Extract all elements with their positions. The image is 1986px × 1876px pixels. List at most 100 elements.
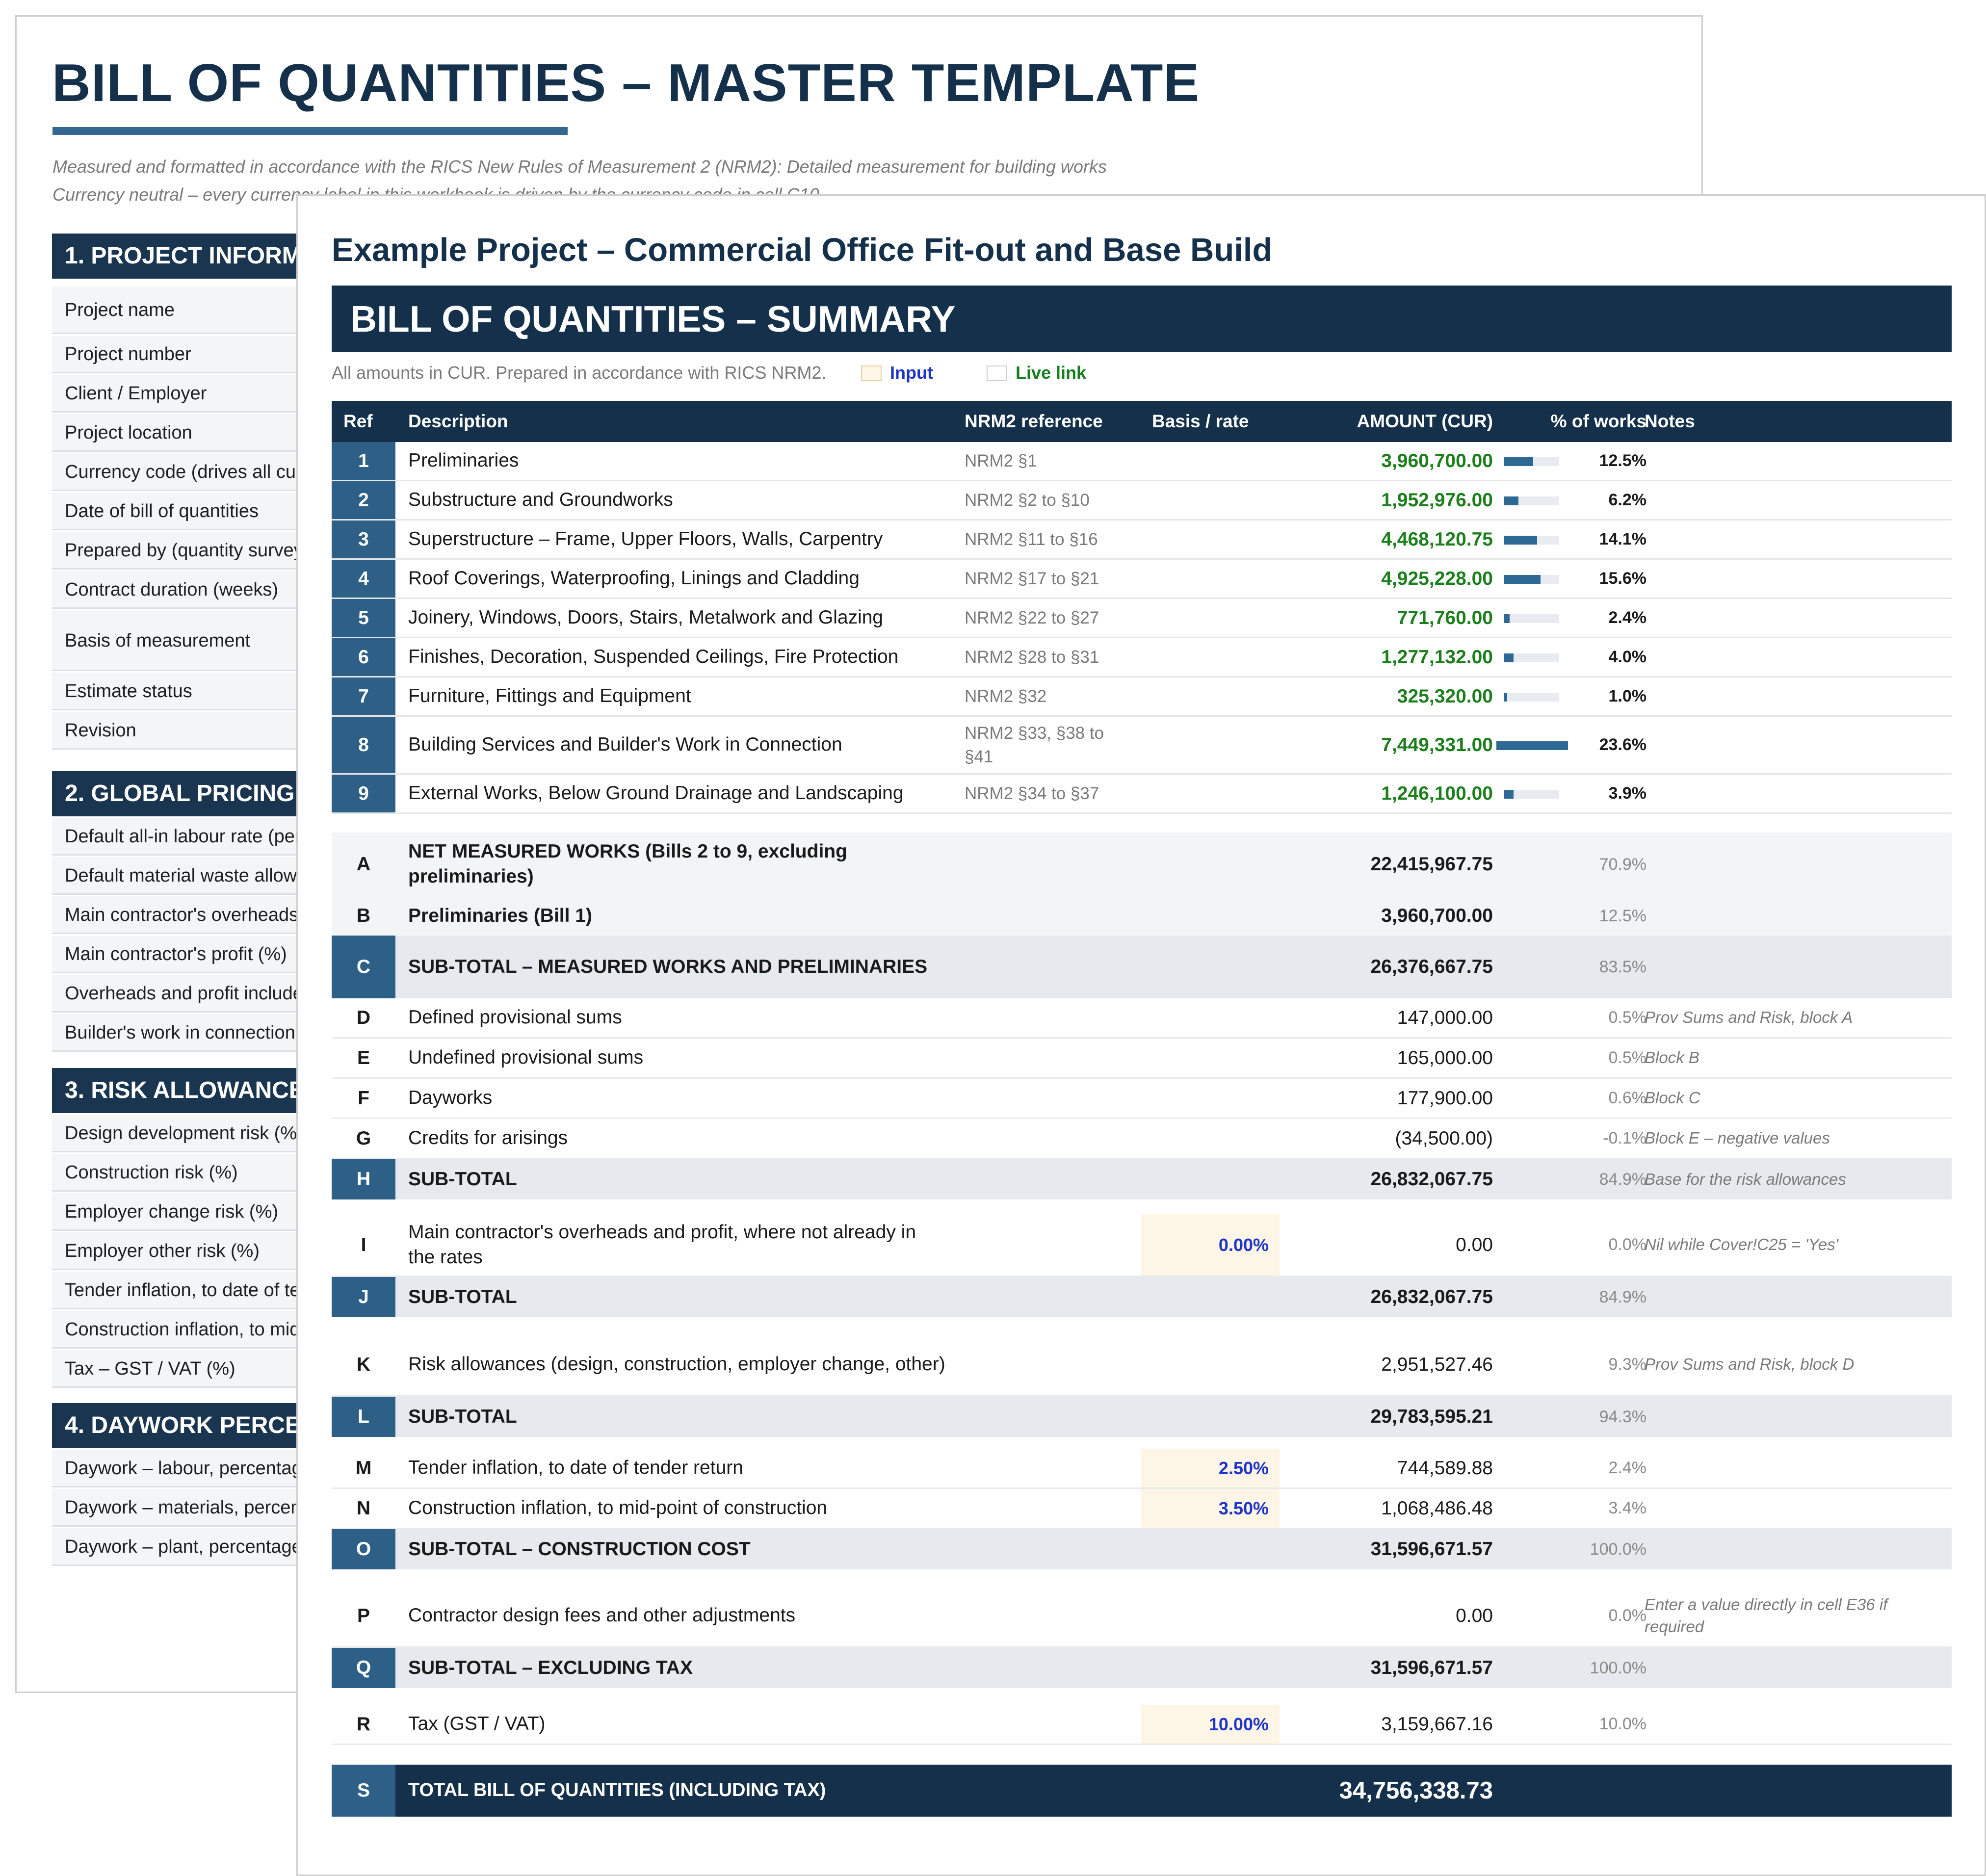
summary-row[interactable]: G Credits for arisings (34,500.00) -0.1% Blo… bbox=[332, 1119, 1952, 1159]
summary-row[interactable]: D Defined provisional sums 147,000.00 0.5% P… bbox=[332, 998, 1952, 1039]
line-description[interactable]: Risk allowances (design, construction, e… bbox=[408, 1334, 948, 1395]
line-description[interactable]: SUB-TOTAL – EXCLUDING TAX bbox=[408, 1648, 948, 1688]
bill-amount[interactable]: 4,925,228.00 bbox=[1293, 560, 1493, 598]
line-description[interactable]: SUB-TOTAL bbox=[408, 1397, 948, 1437]
col-header-description[interactable]: Description bbox=[408, 401, 508, 442]
summary-row[interactable]: N Construction inflation, to mid-point of… bbox=[332, 1489, 1952, 1529]
summary-row[interactable]: I Main contractor's overheads and profit,… bbox=[332, 1214, 1952, 1277]
bill-nrm2-reference[interactable]: NRM2 §32 bbox=[965, 677, 1126, 715]
subtotal-row[interactable]: Q SUB-TOTAL – EXCLUDING TAX 31,596,671.57 1… bbox=[332, 1648, 1952, 1688]
line-description[interactable]: NET MEASURED WORKS (Bills 2 to 9, exclud… bbox=[408, 833, 948, 896]
line-amount[interactable]: (34,500.00) bbox=[1293, 1119, 1493, 1158]
bill-nrm2-reference[interactable]: NRM2 §34 to §37 bbox=[965, 775, 1126, 812]
line-description[interactable]: Undefined provisional sums bbox=[408, 1039, 948, 1077]
bill-description[interactable]: Joinery, Windows, Doors, Stairs, Metalwo… bbox=[408, 599, 948, 637]
bill-nrm2-reference[interactable]: NRM2 §33, §38 to §41 bbox=[965, 717, 1126, 773]
summary-row[interactable]: M Tender inflation, to date of tender ret… bbox=[332, 1449, 1952, 1489]
bill-amount[interactable]: 3,960,700.00 bbox=[1293, 442, 1493, 480]
line-amount[interactable]: 147,000.00 bbox=[1293, 998, 1493, 1037]
line-description[interactable]: Credits for arisings bbox=[408, 1119, 948, 1158]
line-amount[interactable]: 31,596,671.57 bbox=[1293, 1529, 1493, 1569]
line-amount[interactable]: 26,376,667.75 bbox=[1293, 936, 1493, 998]
summary-row[interactable]: P Contractor design fees and other adjust… bbox=[332, 1585, 1952, 1648]
line-amount[interactable]: 31,596,671.57 bbox=[1293, 1648, 1493, 1688]
rate-input[interactable]: 10.00% bbox=[1141, 1705, 1280, 1744]
bill-description[interactable]: Roof Coverings, Waterproofing, Linings a… bbox=[408, 560, 948, 598]
rate-input[interactable]: 2.50% bbox=[1141, 1449, 1280, 1487]
bill-description[interactable]: External Works, Below Ground Drainage an… bbox=[408, 775, 948, 812]
line-description[interactable]: Dayworks bbox=[408, 1079, 948, 1118]
line-description[interactable]: Construction inflation, to mid-point of … bbox=[408, 1489, 948, 1528]
bill-row[interactable]: 8 Building Services and Builder's Work in… bbox=[332, 717, 1952, 775]
line-amount[interactable]: 3,159,667.16 bbox=[1293, 1705, 1493, 1744]
line-description[interactable]: SUB-TOTAL bbox=[408, 1277, 948, 1317]
subtotal-row[interactable]: O SUB-TOTAL – CONSTRUCTION COST 31,596,671… bbox=[332, 1529, 1952, 1569]
grand-total-row[interactable]: S TOTAL BILL OF QUANTITIES (INCLUDING TAX… bbox=[332, 1765, 1952, 1817]
line-description[interactable]: Defined provisional sums bbox=[408, 998, 948, 1037]
line-description[interactable]: Tender inflation, to date of tender retu… bbox=[408, 1449, 948, 1487]
line-amount[interactable]: 34,756,338.73 bbox=[1293, 1765, 1493, 1817]
bill-description[interactable]: Superstructure – Frame, Upper Floors, Wa… bbox=[408, 521, 948, 558]
bill-row[interactable]: 7 Furniture, Fittings and Equipment NRM2 §… bbox=[332, 677, 1952, 717]
line-description[interactable]: SUB-TOTAL – MEASURED WORKS AND PRELIMINA… bbox=[408, 936, 948, 998]
bill-row[interactable]: 6 Finishes, Decoration, Suspended Ceiling… bbox=[332, 638, 1952, 677]
bill-row[interactable]: 5 Joinery, Windows, Doors, Stairs, Metalw… bbox=[332, 599, 1952, 638]
rate-input[interactable]: 0.00% bbox=[1141, 1214, 1280, 1276]
bill-description[interactable]: Furniture, Fittings and Equipment bbox=[408, 677, 948, 715]
bill-row[interactable]: 9 External Works, Below Ground Drainage a… bbox=[332, 775, 1952, 814]
bill-amount[interactable]: 325,320.00 bbox=[1293, 677, 1493, 715]
bill-row[interactable]: 1 Preliminaries NRM2 §1 3,960,700.00 12.5% bbox=[332, 442, 1952, 481]
summary-row[interactable]: K Risk allowances (design, construction, … bbox=[332, 1334, 1952, 1397]
bill-description[interactable]: Building Services and Builder's Work in … bbox=[408, 717, 948, 773]
line-amount[interactable]: 744,589.88 bbox=[1293, 1449, 1493, 1487]
line-description[interactable]: Preliminaries (Bill 1) bbox=[408, 896, 948, 936]
line-amount[interactable]: 22,415,967.75 bbox=[1293, 833, 1493, 896]
subtotal-row[interactable]: L SUB-TOTAL 29,783,595.21 94.3% bbox=[332, 1397, 1952, 1437]
line-description[interactable]: Tax (GST / VAT) bbox=[408, 1705, 948, 1744]
bill-description[interactable]: Substructure and Groundworks bbox=[408, 481, 948, 519]
summary-row[interactable]: A NET MEASURED WORKS (Bills 2 to 9, exclu… bbox=[332, 833, 1952, 896]
bill-amount[interactable]: 1,246,100.00 bbox=[1293, 775, 1493, 812]
rate-input[interactable]: 3.50% bbox=[1141, 1489, 1280, 1528]
line-description[interactable]: Main contractor's overheads and profit, … bbox=[408, 1214, 948, 1276]
bill-amount[interactable]: 7,449,331.00 bbox=[1293, 717, 1493, 773]
line-amount[interactable]: 26,832,067.75 bbox=[1293, 1277, 1493, 1317]
summary-row[interactable]: R Tax (GST / VAT) 10.00% 3,159,667.16 10.0% bbox=[332, 1705, 1952, 1745]
line-amount[interactable]: 2,951,527.46 bbox=[1293, 1334, 1493, 1395]
line-amount[interactable]: 1,068,486.48 bbox=[1293, 1489, 1493, 1528]
bill-row[interactable]: 2 Substructure and Groundworks NRM2 §2 to … bbox=[332, 481, 1952, 521]
bill-nrm2-reference[interactable]: NRM2 §22 to §27 bbox=[965, 599, 1126, 637]
bill-nrm2-reference[interactable]: NRM2 §1 bbox=[965, 442, 1126, 480]
col-header-ref[interactable]: Ref bbox=[343, 401, 373, 442]
subtotal-row[interactable]: J SUB-TOTAL 26,832,067.75 84.9% bbox=[332, 1277, 1952, 1317]
bill-nrm2-reference[interactable]: NRM2 §2 to §10 bbox=[965, 481, 1126, 519]
subtotal-row[interactable]: C SUB-TOTAL – MEASURED WORKS AND PRELIMIN… bbox=[332, 936, 1952, 998]
col-header-notes[interactable]: Notes bbox=[1645, 401, 1695, 442]
line-description[interactable]: SUB-TOTAL bbox=[408, 1159, 948, 1199]
summary-row[interactable]: F Dayworks 177,900.00 0.6% Block C bbox=[332, 1079, 1952, 1119]
col-header-basis[interactable]: Basis / rate bbox=[1152, 401, 1249, 442]
line-amount[interactable]: 0.00 bbox=[1293, 1214, 1493, 1276]
col-header-pct[interactable]: % of works bbox=[1499, 401, 1646, 442]
line-amount[interactable]: 165,000.00 bbox=[1293, 1039, 1493, 1077]
line-description[interactable]: TOTAL BILL OF QUANTITIES (INCLUDING TAX) bbox=[408, 1765, 948, 1817]
line-amount[interactable]: 29,783,595.21 bbox=[1293, 1397, 1493, 1437]
col-header-amount[interactable]: AMOUNT (CUR) bbox=[1347, 401, 1493, 442]
bill-nrm2-reference[interactable]: NRM2 §28 to §31 bbox=[965, 638, 1126, 676]
bill-row[interactable]: 3 Superstructure – Frame, Upper Floors, W… bbox=[332, 521, 1952, 560]
line-amount[interactable]: 177,900.00 bbox=[1293, 1079, 1493, 1118]
line-amount[interactable]: 0.00 bbox=[1293, 1585, 1493, 1646]
bill-description[interactable]: Finishes, Decoration, Suspended Ceilings… bbox=[408, 638, 948, 676]
line-amount[interactable]: 3,960,700.00 bbox=[1293, 896, 1493, 936]
bill-description[interactable]: Preliminaries bbox=[408, 442, 948, 480]
subtotal-row[interactable]: H SUB-TOTAL 26,832,067.75 84.9% Base for the… bbox=[332, 1159, 1952, 1199]
col-header-nrm2[interactable]: NRM2 reference bbox=[965, 401, 1103, 442]
summary-row[interactable]: E Undefined provisional sums 165,000.00 0.5… bbox=[332, 1039, 1952, 1079]
bill-amount[interactable]: 771,760.00 bbox=[1293, 599, 1493, 637]
bill-amount[interactable]: 1,277,132.00 bbox=[1293, 638, 1493, 676]
bill-amount[interactable]: 4,468,120.75 bbox=[1293, 521, 1493, 558]
bill-nrm2-reference[interactable]: NRM2 §17 to §21 bbox=[965, 560, 1126, 598]
bill-nrm2-reference[interactable]: NRM2 §11 to §16 bbox=[965, 521, 1126, 558]
line-amount[interactable]: 26,832,067.75 bbox=[1293, 1159, 1493, 1199]
bill-amount[interactable]: 1,952,976.00 bbox=[1293, 481, 1493, 519]
